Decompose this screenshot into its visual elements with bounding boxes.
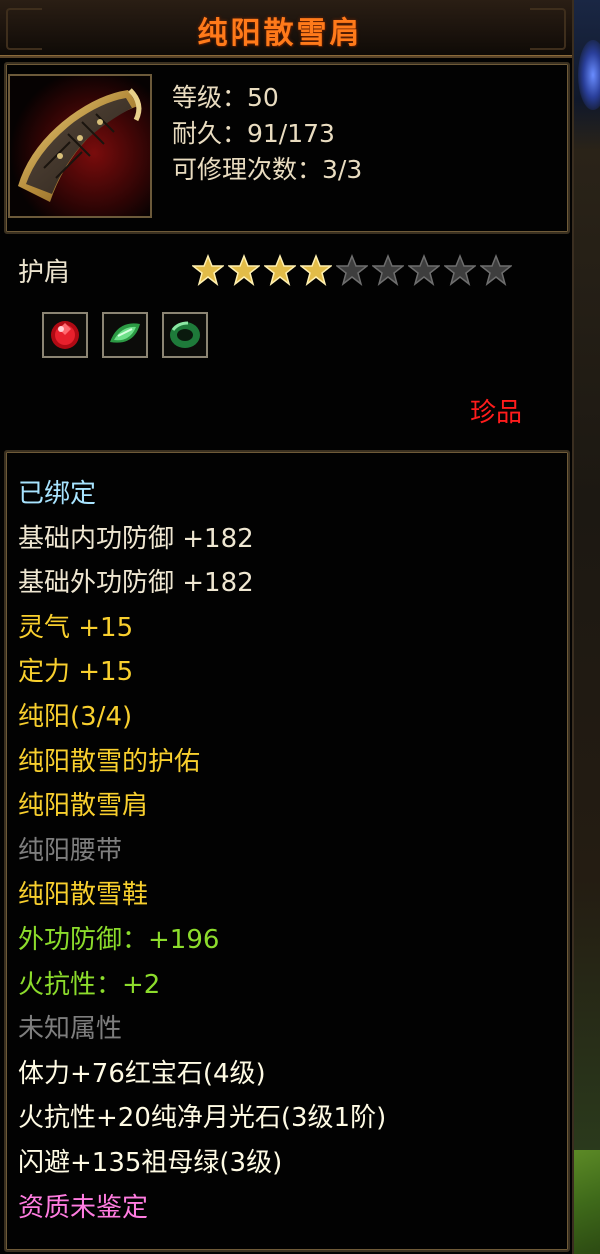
background-foliage — [574, 1150, 600, 1254]
attribute-line: 基础外功防御 +182 — [18, 568, 254, 599]
attribute-line: 资质未鉴定 — [18, 1192, 149, 1223]
attribute-line: 纯阳(3/4) — [18, 702, 133, 732]
attribute-line: 未知属性 — [18, 1014, 123, 1045]
item-repair-count: 可修理次数：3/3 — [172, 155, 363, 184]
item-name: 纯阳散雪肩 — [197, 16, 363, 51]
item-durability: 耐久：91/173 — [172, 119, 335, 148]
attribute-line: 火抗性+20纯净月光石(3级1阶) — [18, 1103, 387, 1134]
item-level: 等级：50 — [172, 83, 279, 112]
attribute-line: 纯阳散雪的护佑 — [18, 746, 201, 777]
shoulder-armor-icon — [8, 74, 152, 218]
star-filled-icon — [300, 254, 332, 288]
star-empty-icon — [408, 254, 440, 288]
star-empty-icon — [480, 254, 512, 288]
attribute-line: 纯阳腰带 — [18, 835, 123, 866]
attribute-line: 闪避+135祖母绿(3级) — [18, 1148, 283, 1178]
attribute-line: 纯阳散雪鞋 — [18, 880, 149, 911]
tooltip-title-bar: 纯阳散雪肩 — [0, 0, 572, 58]
attribute-line: 灵气 +15 — [18, 612, 134, 643]
star-empty-icon — [372, 254, 404, 288]
item-rarity: 珍品 — [470, 398, 523, 428]
green-crystal-gem-icon[interactable] — [102, 312, 148, 358]
attribute-line: 纯阳散雪肩 — [18, 791, 149, 822]
star-empty-icon — [336, 254, 368, 288]
attribute-line: 已绑定 — [18, 479, 97, 509]
item-tooltip: 纯阳散雪肩 等级：50 耐久：91/173 可修理次数：3/3 护肩 珍品 已绑… — [0, 0, 574, 1254]
star-filled-icon — [228, 254, 260, 288]
attribute-line: 定力 +15 — [18, 657, 134, 688]
attribute-line: 基础内功防御 +182 — [18, 523, 254, 554]
star-filled-icon — [264, 254, 296, 288]
item-type: 护肩 — [18, 258, 71, 288]
background-glow — [578, 40, 600, 110]
star-filled-icon — [192, 254, 224, 288]
star-rating — [192, 254, 512, 288]
background-scene — [572, 0, 600, 1254]
attribute-line: 外功防御：+196 — [18, 925, 220, 955]
gem-sockets — [42, 312, 208, 358]
star-empty-icon — [444, 254, 476, 288]
jade-ring-gem-icon[interactable] — [162, 312, 208, 358]
attribute-line: 体力+76红宝石(4级) — [18, 1058, 266, 1089]
ruby-gem-icon[interactable] — [42, 312, 88, 358]
attribute-line: 火抗性：+2 — [18, 969, 161, 1000]
